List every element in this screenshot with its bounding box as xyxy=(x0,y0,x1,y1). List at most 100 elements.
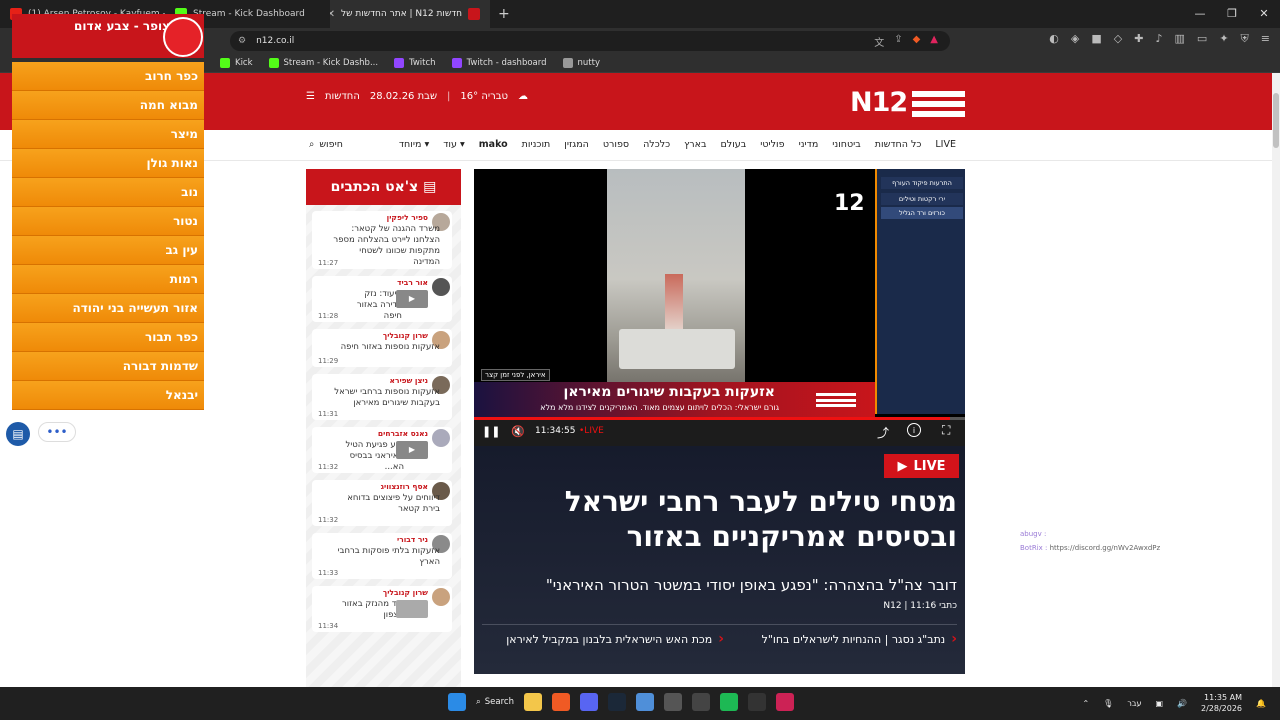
new-tab-button[interactable]: + xyxy=(490,6,518,22)
page-scrollbar[interactable] xyxy=(1272,73,1280,687)
chevron-up-icon[interactable]: ⌃ xyxy=(1082,699,1089,708)
site-settings-icon[interactable]: ⚙ xyxy=(238,36,246,46)
hamburger-icon[interactable]: ☰ xyxy=(306,91,315,102)
info-icon[interactable]: i xyxy=(907,423,921,437)
nav-special[interactable]: מיוחד ▾ xyxy=(399,139,429,150)
chat-bubble-icon[interactable]: ▤ xyxy=(6,422,30,446)
taskbar-search[interactable]: ⌕ Search xyxy=(476,697,514,707)
clock[interactable]: 11:35 AM 2/28/2026 xyxy=(1201,692,1242,714)
nutty-icon xyxy=(562,57,573,68)
news-link[interactable]: החדשות xyxy=(325,91,360,102)
nav-all-news[interactable]: כל החדשות xyxy=(875,139,922,150)
nav-security[interactable]: ביטחוני xyxy=(832,139,861,150)
search-button[interactable]: ⌕ חיפוש xyxy=(309,139,343,150)
maximize-button[interactable]: ❐ xyxy=(1216,0,1248,28)
capcut-icon[interactable] xyxy=(747,693,766,711)
obs-icon[interactable] xyxy=(691,693,710,711)
reporters-chat-header[interactable]: ▤ צ'אט הכתבים xyxy=(306,169,461,205)
chat-message[interactable]: ניר דבורי אזעקות בלתי פוסקות ברחבי הארץ … xyxy=(312,533,452,579)
video-thumbnail[interactable]: ▶ xyxy=(396,290,428,308)
bookmark-kick[interactable]: Kick xyxy=(220,57,253,68)
video-progress[interactable] xyxy=(474,417,965,420)
chat-message[interactable]: אור רביד תיעוד: נזק בדירה באזור חיפה ▶ 1… xyxy=(312,276,452,322)
mic-icon[interactable]: 🎙 xyxy=(1103,699,1113,708)
nav-live[interactable]: LIVE xyxy=(935,139,956,150)
spotify-icon[interactable] xyxy=(719,693,738,711)
chat-message[interactable]: שרון קנובליך אזעקות נוספות באזור חיפה 11… xyxy=(312,329,452,367)
app-icon[interactable] xyxy=(663,693,682,711)
nav-local[interactable]: בארץ xyxy=(684,139,706,150)
video-thumbnail[interactable]: ▶ xyxy=(396,441,428,459)
volume-icon[interactable]: 🔊 xyxy=(1177,699,1187,708)
ai-icon[interactable]: ✦ xyxy=(1219,32,1228,46)
main-story[interactable]: ▶ LIVE מטחי טילים לעבר רחבי ישראל ובסיסי… xyxy=(474,446,965,674)
mute-icon[interactable]: 🔇 xyxy=(511,425,525,438)
steam-icon[interactable] xyxy=(607,693,626,711)
close-tab-icon[interactable]: ✕ xyxy=(330,9,335,20)
chat-message[interactable]: שרון קנובליך עוד מהנזק באזור הצפון 11:34 xyxy=(312,586,452,632)
menu-icon[interactable]: ≡ xyxy=(1261,32,1270,46)
file-explorer-icon[interactable] xyxy=(523,693,542,711)
image-thumbnail[interactable] xyxy=(396,600,428,618)
app-icon[interactable] xyxy=(635,693,654,711)
chat-message[interactable]: ספיר ליפקין משרד ההגנה של קטאר: הצלחנו ל… xyxy=(312,211,452,269)
music-icon[interactable]: ♪ xyxy=(1155,32,1162,46)
share-icon[interactable]: ⤴ xyxy=(877,424,889,441)
close-window-button[interactable]: ✕ xyxy=(1248,0,1280,28)
keyboard-language[interactable]: עבר xyxy=(1127,699,1141,708)
app-icon[interactable] xyxy=(775,693,794,711)
brave-rewards-icon[interactable]: ▲ xyxy=(930,34,938,49)
windows-start-icon[interactable] xyxy=(448,693,466,711)
notification-icon[interactable]: 🔔 xyxy=(1256,699,1266,708)
pause-icon[interactable]: ❚❚ xyxy=(482,425,500,438)
message-time: 11:27 xyxy=(318,259,339,267)
omnibox[interactable]: ⚙ n12.co.il 文 ⇪ ◆ ▲ xyxy=(230,31,950,51)
chat-message[interactable]: נאנס אזברחים רגע פגיעת הטיל האיראני בבסי… xyxy=(312,427,452,473)
extension-icon[interactable]: ◐ xyxy=(1049,32,1059,46)
alert-location: מיצר xyxy=(12,120,204,149)
extension-icon[interactable]: ■ xyxy=(1091,32,1101,46)
minimize-button[interactable]: — xyxy=(1184,0,1216,28)
fullscreen-icon[interactable]: ⛶ xyxy=(942,423,950,438)
nav-more[interactable]: עוד ▾ xyxy=(443,139,465,150)
chat-message[interactable]: ניצן שפירא אזעקות נוספות ברחבי ישראל בעק… xyxy=(312,374,452,420)
vpn-icon[interactable]: ⛨ xyxy=(1241,32,1249,46)
site-logo[interactable]: N12 xyxy=(850,87,908,118)
related-article[interactable]: ‹ נתב"ג נסגר | ההנחיות לישראלים בחו"ל xyxy=(727,632,957,647)
story-title[interactable]: מטחי טילים לעבר רחבי ישראל ובסיסים אמריק… xyxy=(497,484,957,554)
puzzle-icon[interactable]: ✚ xyxy=(1134,32,1143,46)
share-icon[interactable]: ⇪ xyxy=(894,34,902,49)
url-text[interactable]: n12.co.il xyxy=(256,36,294,46)
bookmark-nutty[interactable]: nutty xyxy=(562,57,600,68)
live-badge[interactable]: ▶ LIVE xyxy=(884,454,959,478)
bookmark-kick-dashboard[interactable]: Stream - Kick Dashb... xyxy=(268,57,378,68)
nav-shows[interactable]: תוכניות xyxy=(522,139,551,150)
nav-diplomatic[interactable]: מדיני xyxy=(799,139,819,150)
brave-icon[interactable] xyxy=(551,693,570,711)
chat-message[interactable]: אסף רוזנצוויג דיווחים על פיצוצים בדוחא ב… xyxy=(312,480,452,526)
live-video-player[interactable]: 12 התרעות פיקוד העורף ירי רקטות וטילים כ… xyxy=(474,169,965,446)
nav-politics[interactable]: פוליטי xyxy=(760,139,784,150)
network-icon[interactable]: ▣ xyxy=(1155,699,1163,708)
nav-magazine[interactable]: המגזין xyxy=(564,139,589,150)
bookmark-twitch-dashboard[interactable]: Twitch - dashboard xyxy=(451,57,547,68)
clock-date: 2/28/2026 xyxy=(1201,704,1243,713)
red-alert-list: כפר חרוב מבוא חמה מיצר נאות גולן נוב נטו… xyxy=(12,62,204,410)
wallet-icon[interactable]: ▭ xyxy=(1197,32,1207,46)
tab-n12[interactable]: חדשות N12 | אתר החדשות של ✕ xyxy=(330,0,490,28)
live-indicator[interactable]: •LIVE xyxy=(579,426,604,436)
nav-mako[interactable]: mako xyxy=(479,139,508,150)
more-options-button[interactable]: ••• xyxy=(38,422,76,442)
related-article[interactable]: ‹ מכת האש הישראלית בלבנון במקביל לאיראן xyxy=(494,632,724,647)
translate-icon[interactable]: 文 xyxy=(874,34,884,49)
discord-icon[interactable] xyxy=(579,693,598,711)
scroll-thumb[interactable] xyxy=(1273,93,1279,148)
brave-shield-icon[interactable]: ◆ xyxy=(913,34,921,49)
extension-icon[interactable]: ◇ xyxy=(1114,32,1122,46)
sidebar-icon[interactable]: ▥ xyxy=(1175,32,1185,46)
extension-icon[interactable]: ◈ xyxy=(1071,32,1079,46)
nav-sport[interactable]: ספורט xyxy=(603,139,629,150)
nav-economy[interactable]: כלכלה xyxy=(643,139,670,150)
bookmark-twitch[interactable]: Twitch xyxy=(394,57,436,68)
nav-world[interactable]: בעולם xyxy=(721,139,747,150)
